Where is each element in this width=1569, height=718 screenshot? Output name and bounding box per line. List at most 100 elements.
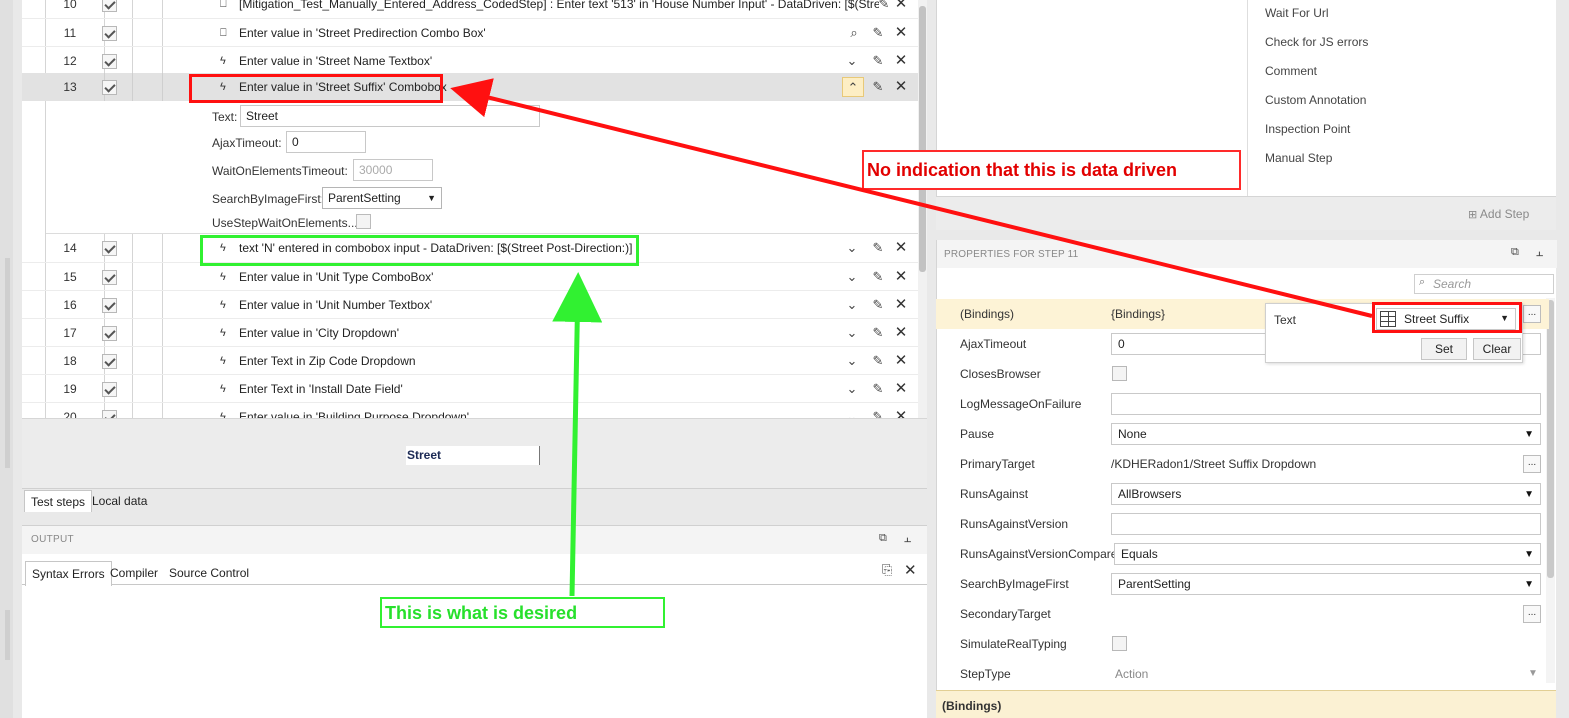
chevron-down-icon[interactable]: ⌄ [843, 47, 861, 75]
chevron-down-icon[interactable]: ⌄ [843, 375, 861, 403]
pencil-icon[interactable]: ✎ [869, 319, 887, 347]
prop-row-runsagainstversioncompare[interactable]: RunsAgainstVersionCompare Equals ▼ [936, 539, 1549, 569]
step-enabled-checkbox[interactable] [102, 354, 117, 369]
tab-syntax-errors[interactable]: Syntax Errors [25, 561, 112, 586]
toolbox-item-manual-step[interactable]: Manual Step [1265, 151, 1332, 165]
search-by-image-select[interactable]: ParentSetting ▼ [322, 187, 442, 209]
tab-local-data[interactable]: Local data [86, 490, 153, 512]
text-input[interactable]: Street [240, 105, 540, 127]
step-enabled-checkbox[interactable] [102, 270, 117, 285]
step-enabled-checkbox[interactable] [102, 54, 117, 69]
bindings-dots-button[interactable]: ... [1523, 305, 1541, 323]
wait-timeout-input[interactable]: 30000 [353, 159, 433, 181]
step-row-13[interactable]: 13 ϟ Enter value in 'Street Suffix' Comb… [22, 73, 918, 101]
tab-source-control[interactable]: Source Control [163, 562, 255, 584]
close-icon[interactable]: ✕ [892, 73, 910, 101]
step-row-18[interactable]: 18 ϟ Enter Text in Zip Code Dropdown ⌄ ✎… [22, 346, 918, 374]
pencil-icon[interactable]: ✎ [869, 263, 887, 291]
close-icon[interactable]: ✕ [892, 19, 910, 47]
step-row-12[interactable]: 12 ϟ Enter value in 'Street Name Textbox… [22, 46, 918, 74]
ajax-timeout-input[interactable]: 0 [286, 131, 366, 153]
close-icon[interactable]: ✕ [892, 375, 910, 403]
log-message-field[interactable] [1111, 393, 1541, 415]
secondary-target-dots-button[interactable]: ... [1523, 605, 1541, 623]
close-icon[interactable]: ✕ [892, 263, 910, 291]
steps-scrollbar[interactable] [918, 0, 927, 418]
close-icon[interactable]: ✕ [892, 234, 910, 262]
step-row-11[interactable]: 11 ⎕ Enter value in 'Street Predirection… [22, 18, 918, 46]
toolbox-item-inspection-point[interactable]: Inspection Point [1265, 122, 1350, 136]
primary-target-dots-button[interactable]: ... [1523, 455, 1541, 473]
set-button[interactable]: Set [1421, 338, 1467, 360]
pin-icon[interactable]: ⫠ [904, 531, 911, 546]
step-enabled-checkbox[interactable] [102, 26, 117, 41]
prop-row-steptype[interactable]: StepType Action ▼ [936, 659, 1549, 689]
prop-row-searchbyimagefirst[interactable]: SearchByImageFirst ParentSetting ▼ [936, 569, 1549, 599]
tab-test-steps[interactable]: Test steps [24, 490, 93, 512]
chevron-down-icon[interactable]: ⌄ [843, 403, 861, 418]
toolbox-item-comment[interactable]: Comment [1265, 64, 1317, 78]
step-row-17[interactable]: 17 ϟ Enter value in 'City Dropdown' ⌄ ✎ … [22, 318, 918, 346]
prop-row-logmessage[interactable]: LogMessageOnFailure [936, 389, 1549, 419]
step-enabled-checkbox[interactable] [102, 80, 117, 95]
pencil-icon[interactable]: ✎ [875, 0, 893, 18]
prop-row-primarytarget[interactable]: PrimaryTarget /KDHERadon1/Street Suffix … [936, 449, 1549, 479]
prop-row-secondarytarget[interactable]: SecondaryTarget ... [936, 599, 1549, 629]
prop-row-runsagainstversion[interactable]: RunsAgainstVersion [936, 509, 1549, 539]
caret-down-icon[interactable]: ▼ [1528, 668, 1538, 679]
scrollbar-thumb[interactable] [919, 6, 926, 272]
use-step-wait-checkbox[interactable] [356, 214, 371, 229]
step-row-15[interactable]: 15 ϟ Enter value in 'Unit Type ComboBox'… [22, 262, 918, 290]
step-row-19[interactable]: 19 ϟ Enter Text in 'Install Date Field' … [22, 374, 918, 402]
step-enabled-checkbox[interactable] [102, 382, 117, 397]
close-icon[interactable]: ✕ [892, 347, 910, 375]
step-enabled-checkbox[interactable] [102, 241, 117, 256]
close-icon[interactable]: ✕ [892, 403, 910, 418]
step-enabled-checkbox[interactable] [102, 410, 117, 418]
prop-row-closesbrowser[interactable]: ClosesBrowser [936, 359, 1549, 389]
simulate-real-typing-checkbox[interactable] [1112, 636, 1127, 651]
runs-against-version-compare-select[interactable]: Equals ▼ [1114, 543, 1541, 565]
pencil-icon[interactable]: ✎ [869, 234, 887, 262]
search-icon[interactable]: ⌕ [845, 19, 863, 47]
step-row-20[interactable]: 20 ϟ Enter value in 'Building Purpose Dr… [22, 402, 918, 418]
add-step-button[interactable]: ⊞ Add Step [1468, 204, 1548, 224]
toolbox-item-custom-annotation[interactable]: Custom Annotation [1265, 93, 1366, 107]
close-icon[interactable]: ✕ [892, 47, 910, 75]
runs-against-select[interactable]: AllBrowsers ▼ [1111, 483, 1541, 505]
prop-row-simulaterealtyping[interactable]: SimulateRealTyping [936, 629, 1549, 659]
pause-select[interactable]: None ▼ [1111, 423, 1541, 445]
chevron-down-icon[interactable]: ⌄ [843, 234, 861, 262]
chevron-down-icon[interactable]: ⌄ [843, 319, 861, 347]
chevron-down-icon[interactable]: ⌄ [843, 263, 861, 291]
copy-icon[interactable]: ⎘ [882, 562, 892, 578]
preview-text-field[interactable]: Street [406, 446, 540, 465]
close-icon[interactable]: ✕ [892, 0, 910, 18]
pencil-icon[interactable]: ✎ [869, 375, 887, 403]
runs-against-version-field[interactable] [1111, 513, 1541, 535]
step-enabled-checkbox[interactable] [102, 0, 117, 12]
pencil-icon[interactable]: ✎ [869, 47, 887, 75]
step-row-10[interactable]: 10 ⎕ [Mitigation_Test_Manually_Entered_A… [22, 0, 918, 18]
step-row-16[interactable]: 16 ϟ Enter value in 'Unit Number Textbox… [22, 290, 918, 318]
close-icon[interactable]: ✕ [904, 561, 917, 579]
chevron-up-icon[interactable]: ⌃ [842, 77, 864, 97]
step-enabled-checkbox[interactable] [102, 326, 117, 341]
tab-compiler[interactable]: Compiler [104, 562, 164, 584]
clear-button[interactable]: Clear [1473, 338, 1521, 360]
pencil-icon[interactable]: ✎ [869, 73, 887, 101]
toolbox-item-wait-for-url[interactable]: Wait For Url [1265, 6, 1329, 20]
prop-row-runsagainst[interactable]: RunsAgainst AllBrowsers ▼ [936, 479, 1549, 509]
maximize-icon[interactable]: ⧉ [1511, 246, 1519, 259]
close-icon[interactable]: ✕ [892, 319, 910, 347]
step-enabled-checkbox[interactable] [102, 298, 117, 313]
search-by-image-first-select[interactable]: ParentSetting ▼ [1111, 573, 1541, 595]
pencil-icon[interactable]: ✎ [869, 403, 887, 418]
toolbox-item-check-js-errors[interactable]: Check for JS errors [1265, 35, 1368, 49]
closes-browser-checkbox[interactable] [1112, 366, 1127, 381]
pin-icon[interactable]: ⫠ [1536, 245, 1543, 260]
pencil-icon[interactable]: ✎ [869, 291, 887, 319]
close-icon[interactable]: ✕ [892, 291, 910, 319]
properties-search[interactable]: ⌕ Search [1414, 274, 1554, 294]
maximize-icon[interactable]: ⧉ [879, 532, 887, 545]
